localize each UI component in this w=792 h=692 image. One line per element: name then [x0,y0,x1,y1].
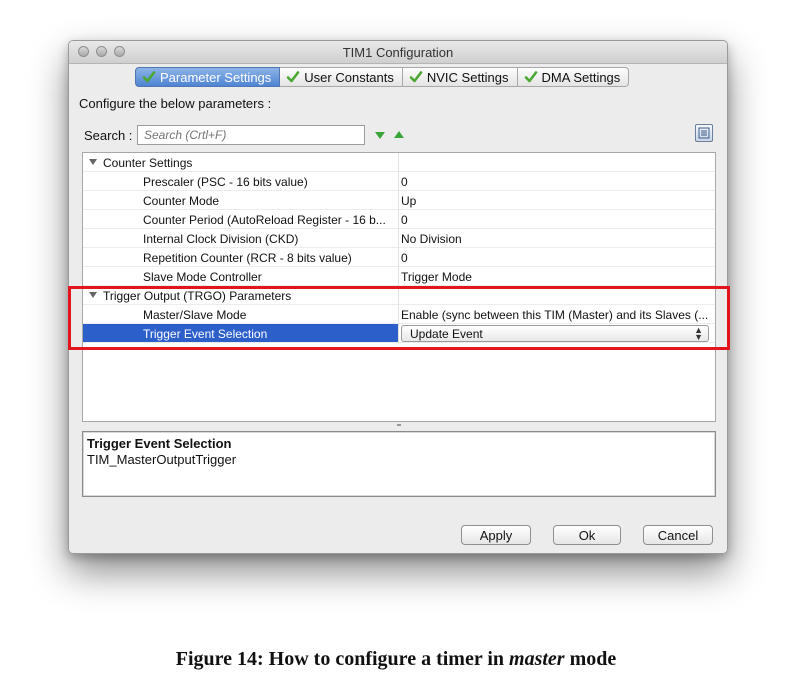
tab-label: DMA Settings [541,69,621,85]
param-value[interactable]: Up [401,194,713,208]
table-row[interactable]: Repetition Counter (RCR - 8 bits value) … [83,248,715,267]
configure-label: Configure the below parameters : [79,96,272,111]
list-view-icon [698,127,710,139]
arrow-up-icon[interactable] [393,129,405,141]
description-text: TIM_MasterOutputTrigger [87,452,237,467]
arrow-down-icon[interactable] [374,129,386,141]
table-row[interactable]: Internal Clock Division (CKD) No Divisio… [83,229,715,248]
description-title: Trigger Event Selection [87,436,232,451]
cancel-button[interactable]: Cancel [643,525,713,545]
tab-label: NVIC Settings [426,69,509,85]
checkmark-icon [524,71,537,83]
group-row-counter-settings[interactable]: Counter Settings [83,153,715,172]
param-name: Internal Clock Division (CKD) [143,232,299,246]
param-value[interactable]: 0 [401,251,713,265]
tab-user-constants[interactable]: User Constants [280,67,403,87]
tab-label: User Constants [304,69,394,85]
param-value[interactable]: 0 [401,213,713,227]
param-value[interactable]: Trigger Mode [401,270,713,284]
group-label: Counter Settings [103,156,193,170]
checkmark-icon [286,71,300,83]
param-value[interactable]: 0 [401,175,713,189]
table-row[interactable]: Counter Mode Up [83,191,715,210]
search-input[interactable] [137,125,365,145]
param-name: Counter Period (AutoReload Register - 16… [143,213,386,227]
table-row[interactable]: Slave Mode Controller Trigger Mode [83,267,715,286]
caption-suffix: mode [564,648,617,670]
checkmark-icon [409,71,423,83]
param-name: Slave Mode Controller [143,270,262,284]
description-panel: Trigger Event Selection TIM_MasterOutput… [82,431,716,497]
param-name: Repetition Counter (RCR - 8 bits value) [143,251,352,265]
param-value[interactable]: No Division [401,232,713,246]
split-resize-handle[interactable] [397,424,401,426]
param-name: Counter Mode [143,194,220,208]
search-label: Search : [84,128,133,143]
tab-nvic-settings[interactable]: NVIC Settings [402,67,518,87]
table-row[interactable]: Counter Period (AutoReload Register - 16… [83,210,715,229]
apply-button[interactable]: Apply [461,525,531,545]
tab-label: Parameter Settings [160,69,272,85]
view-toggle-button[interactable] [695,124,713,142]
expand-triangle-icon[interactable] [89,159,97,165]
caption-emphasis: master [509,648,565,670]
caption-prefix: Figure 14: How to configure a timer in [175,648,510,670]
figure-caption: Figure 14: How to configure a timer in m… [0,648,792,671]
highlight-box [68,286,730,350]
tab-dma-settings[interactable]: DMA Settings [517,67,630,87]
tab-bar: Parameter Settings User Constants NVIC S… [135,67,630,87]
checkmark-icon [142,71,156,83]
window-title: TIM1 Configuration [342,45,454,60]
table-row[interactable]: Prescaler (PSC - 16 bits value) 0 [83,172,715,191]
param-name: Prescaler (PSC - 16 bits value) [143,175,308,189]
ok-button[interactable]: Ok [553,525,621,545]
tab-parameter-settings[interactable]: Parameter Settings [135,67,281,87]
title-bar[interactable]: TIM1 Configuration [69,41,727,64]
